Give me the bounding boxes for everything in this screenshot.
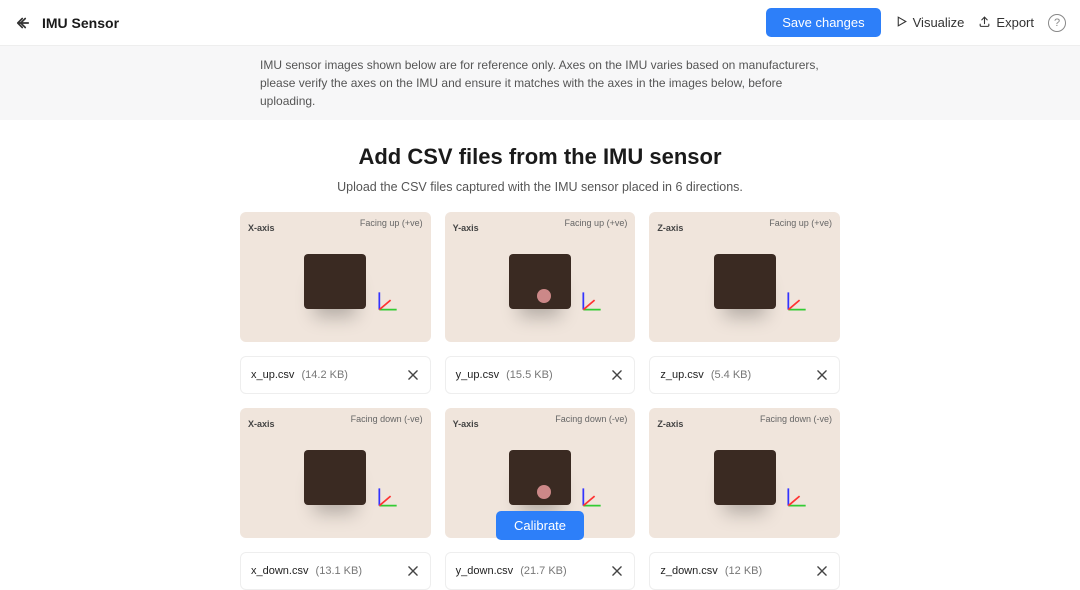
file-size: (5.4 KB) bbox=[711, 369, 751, 381]
file-card: z_up.csv (5.4 KB) bbox=[649, 356, 840, 394]
file-card: x_up.csv (14.2 KB) bbox=[240, 356, 431, 394]
facing-label: Facing down (-ve) bbox=[555, 414, 627, 424]
file-name: y_down.csv bbox=[456, 565, 513, 577]
facing-label: Facing down (-ve) bbox=[351, 414, 423, 424]
file-size: (21.7 KB) bbox=[520, 565, 566, 577]
facing-label: Facing up (+ve) bbox=[565, 218, 628, 228]
close-icon[interactable] bbox=[610, 368, 624, 382]
axes-gizmo-icon bbox=[375, 484, 401, 510]
sensor-image bbox=[250, 230, 421, 332]
close-icon[interactable] bbox=[610, 564, 624, 578]
axes-gizmo-icon bbox=[784, 484, 810, 510]
upload-icon bbox=[978, 15, 991, 31]
play-icon bbox=[895, 15, 908, 31]
file-name: x_down.csv bbox=[251, 565, 308, 577]
file-name: z_up.csv bbox=[660, 369, 703, 381]
file-info: z_up.csv (5.4 KB) bbox=[660, 369, 751, 381]
file-name: y_up.csv bbox=[456, 369, 499, 381]
file-size: (13.1 KB) bbox=[316, 565, 362, 577]
file-card: y_up.csv (15.5 KB) bbox=[445, 356, 636, 394]
axes-gizmo-icon bbox=[784, 288, 810, 314]
facing-label: Facing down (-ve) bbox=[760, 414, 832, 424]
file-card: x_down.csv (13.1 KB) bbox=[240, 552, 431, 590]
close-icon[interactable] bbox=[406, 368, 420, 382]
export-label: Export bbox=[996, 15, 1034, 30]
back-icon[interactable] bbox=[14, 14, 32, 32]
close-icon[interactable] bbox=[815, 368, 829, 382]
file-info: x_down.csv (13.1 KB) bbox=[251, 565, 362, 577]
file-name: z_down.csv bbox=[660, 565, 717, 577]
help-icon[interactable]: ? bbox=[1048, 14, 1066, 32]
orientation-card: Y-axis Facing up (+ve) bbox=[445, 212, 636, 342]
axes-gizmo-icon bbox=[579, 288, 605, 314]
file-name: x_up.csv bbox=[251, 369, 294, 381]
file-info: y_down.csv (21.7 KB) bbox=[456, 565, 567, 577]
file-info: z_down.csv (12 KB) bbox=[660, 565, 762, 577]
page-subtitle: Upload the CSV files captured with the I… bbox=[40, 180, 1040, 194]
sensor-image bbox=[455, 230, 626, 332]
footer: Calibrate bbox=[0, 511, 1080, 540]
sensor-image bbox=[659, 230, 830, 332]
header-right: Save changes Visualize Export ? bbox=[766, 8, 1066, 37]
file-size: (15.5 KB) bbox=[506, 369, 552, 381]
file-info: x_up.csv (14.2 KB) bbox=[251, 369, 348, 381]
file-info: y_up.csv (15.5 KB) bbox=[456, 369, 553, 381]
header-left: IMU Sensor bbox=[14, 14, 119, 32]
file-size: (12 KB) bbox=[725, 565, 762, 577]
facing-label: Facing up (+ve) bbox=[360, 218, 423, 228]
page-title: Add CSV files from the IMU sensor bbox=[40, 144, 1040, 170]
header: IMU Sensor Save changes Visualize Export… bbox=[0, 0, 1080, 46]
info-text: IMU sensor images shown below are for re… bbox=[260, 56, 820, 110]
app-title: IMU Sensor bbox=[42, 15, 119, 31]
file-size: (14.2 KB) bbox=[301, 369, 347, 381]
orientation-card: X-axis Facing up (+ve) bbox=[240, 212, 431, 342]
calibrate-button[interactable]: Calibrate bbox=[496, 511, 584, 540]
file-card: z_down.csv (12 KB) bbox=[649, 552, 840, 590]
visualize-button[interactable]: Visualize bbox=[895, 15, 965, 31]
facing-label: Facing up (+ve) bbox=[769, 218, 832, 228]
info-bar: IMU sensor images shown below are for re… bbox=[0, 46, 1080, 120]
close-icon[interactable] bbox=[815, 564, 829, 578]
axes-gizmo-icon bbox=[579, 484, 605, 510]
save-button[interactable]: Save changes bbox=[766, 8, 880, 37]
visualize-label: Visualize bbox=[913, 15, 965, 30]
orientation-card: Z-axis Facing up (+ve) bbox=[649, 212, 840, 342]
file-card: y_down.csv (21.7 KB) bbox=[445, 552, 636, 590]
close-icon[interactable] bbox=[406, 564, 420, 578]
axes-gizmo-icon bbox=[375, 288, 401, 314]
export-button[interactable]: Export bbox=[978, 15, 1034, 31]
